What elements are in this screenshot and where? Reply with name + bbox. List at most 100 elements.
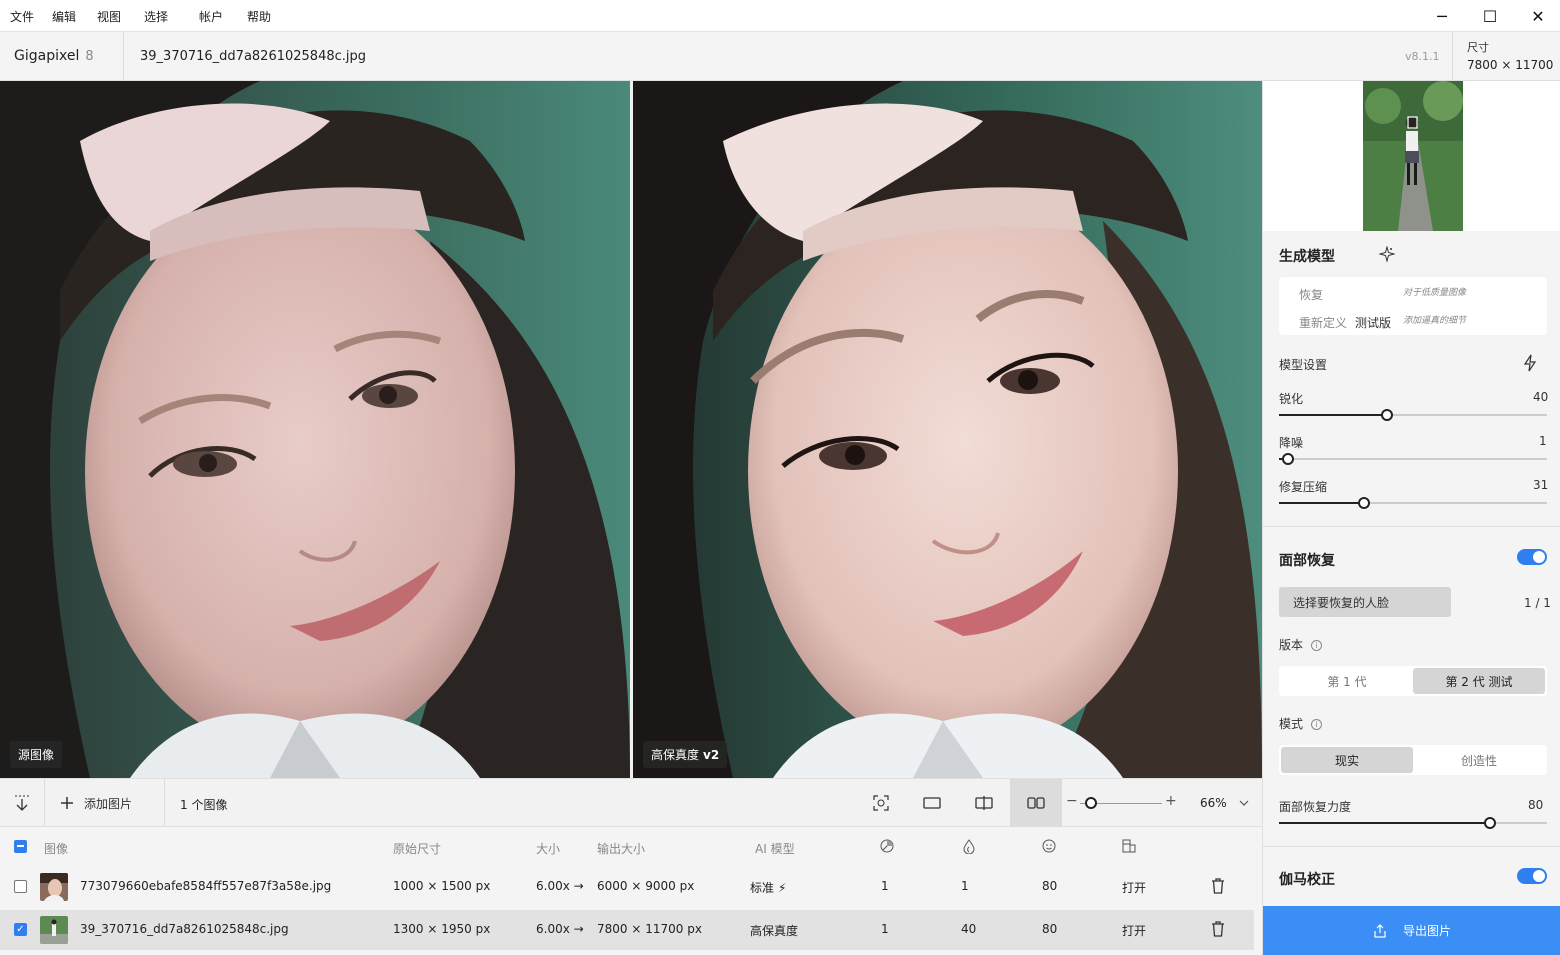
navigator[interactable]	[1263, 81, 1560, 231]
trash-icon[interactable]	[1211, 921, 1225, 940]
add-image-button[interactable]: 添加图片	[60, 779, 140, 827]
gamma-toggle[interactable]	[1517, 868, 1547, 884]
menu-account[interactable]: 帐户	[199, 8, 223, 25]
menu-file[interactable]: 文件	[10, 8, 34, 25]
header-divider-2	[1452, 32, 1453, 81]
toolbar-divider	[164, 779, 165, 827]
table-row[interactable]: ✓ 39_370716_dd7a8261025848c.jpg 1300 × 1…	[0, 910, 1254, 950]
denoise-value: 1	[1539, 434, 1547, 448]
face-strength-slider-handle[interactable]	[1484, 817, 1496, 829]
compression-slider-fill	[1279, 502, 1364, 504]
model-settings-title: 模型设置	[1279, 358, 1328, 372]
zoom-out-button[interactable]: −	[1066, 793, 1078, 809]
row-original-size: 1000 × 1500 px	[393, 879, 491, 893]
trash-icon[interactable]	[1211, 878, 1225, 897]
version-option-2[interactable]: 第 2 代 测试	[1413, 668, 1545, 694]
sharpen-slider-fill	[1279, 414, 1387, 416]
gen-model-title: 生成模型	[1279, 249, 1335, 265]
gamma-title: 伽马校正	[1279, 872, 1335, 888]
version-label-text: 版本	[1279, 638, 1304, 652]
enhanced-preview[interactable]: 高保真度 v2	[633, 81, 1262, 778]
compression-slider-handle[interactable]	[1358, 497, 1370, 509]
menu-bar: 文件 编辑 视图 选择 帐户 帮助 ─ ☐ ✕	[0, 0, 1560, 32]
face-strength-slider-fill	[1279, 822, 1490, 824]
denoise-label: 降噪	[1279, 436, 1304, 450]
redefine-beta-badge: 测试版	[1355, 316, 1392, 330]
lightning-icon[interactable]	[1523, 354, 1537, 375]
row-filename: 773079660ebafe8584ff557e87f3a58e.jpg	[80, 879, 332, 893]
face-detect-icon[interactable]	[860, 779, 902, 827]
select-all-checkbox[interactable]	[14, 840, 27, 853]
enhanced-label-version: v2	[703, 748, 720, 762]
row-scale[interactable]: 6.00x →	[536, 922, 584, 936]
app-title: Gigapixel 8	[14, 48, 94, 64]
row-filename: 39_370716_dd7a8261025848c.jpg	[80, 922, 289, 936]
menu-help[interactable]: 帮助	[247, 8, 271, 25]
menu-view[interactable]: 视图	[97, 8, 121, 25]
file-title: 39_370716_dd7a8261025848c.jpg	[140, 49, 367, 64]
mode-selector: 现实 创造性	[1279, 745, 1547, 775]
info-icon[interactable]: i	[1311, 640, 1323, 651]
row-denoise: 40	[961, 922, 977, 936]
row-scale[interactable]: 6.00x →	[536, 879, 584, 893]
split-view-icon[interactable]	[962, 779, 1006, 827]
row-ai-model[interactable]: 高保真度	[750, 922, 798, 939]
zoom-level[interactable]: 66%	[1200, 796, 1227, 810]
denoise-slider[interactable]	[1279, 453, 1547, 465]
select-faces-button[interactable]: 选择要恢复的人脸	[1279, 587, 1451, 617]
app-name: Gigapixel	[14, 48, 80, 64]
redefine-option[interactable]: 重新定义	[1299, 314, 1347, 331]
mode-label: 模式 i	[1279, 715, 1323, 732]
denoise-slider-handle[interactable]	[1282, 453, 1294, 465]
side-by-side-view-icon[interactable]	[1010, 779, 1062, 827]
version-option-1[interactable]: 第 1 代	[1281, 668, 1413, 694]
info-icon[interactable]: i	[1311, 719, 1323, 730]
col-scale: 大小	[536, 842, 561, 856]
source-image	[0, 81, 630, 778]
sharpen-slider-handle[interactable]	[1381, 409, 1393, 421]
row-output-size: 7800 × 11700 px	[597, 922, 702, 936]
denoise-col-icon	[963, 839, 975, 857]
import-icon[interactable]	[0, 779, 44, 827]
sparkle-icon[interactable]	[1378, 245, 1396, 265]
compression-slider[interactable]	[1279, 497, 1547, 509]
row-ai-model[interactable]: 标准 ⚡	[750, 879, 786, 896]
zoom-slider-handle[interactable]	[1085, 797, 1097, 809]
gen-model-options: 恢复 对于低质量图像 重新定义 测试版 添加逼真的细节	[1279, 277, 1547, 335]
single-view-icon[interactable]	[910, 779, 954, 827]
add-image-label: 添加图片	[84, 796, 133, 811]
face-strength-slider[interactable]	[1279, 817, 1547, 829]
row-denoise: 1	[961, 879, 969, 893]
compression-value: 31	[1533, 478, 1549, 492]
recover-option[interactable]: 恢复	[1299, 286, 1323, 303]
row-open[interactable]: 打开	[1122, 922, 1146, 939]
face-recovery-toggle[interactable]	[1517, 549, 1547, 565]
minimize-button[interactable]: ─	[1418, 0, 1466, 32]
zoom-in-button[interactable]: +	[1165, 793, 1177, 809]
menu-edit[interactable]: 编辑	[52, 8, 76, 25]
sharpen-slider[interactable]	[1279, 409, 1547, 421]
sharpen-label: 锐化	[1279, 392, 1304, 406]
close-button[interactable]: ✕	[1514, 0, 1560, 32]
sharpen-col-icon	[880, 839, 894, 856]
image-count: 1 个图像	[180, 798, 228, 812]
navigator-thumbnail[interactable]	[1363, 81, 1463, 231]
face-recovery-title: 面部恢复	[1279, 553, 1335, 569]
mode-option-creative[interactable]: 创造性	[1413, 747, 1545, 773]
row-checkbox[interactable]: ✓	[14, 923, 27, 936]
table-row[interactable]: 773079660ebafe8584ff557e87f3a58e.jpg 100…	[0, 867, 1254, 907]
chevron-down-icon[interactable]	[1234, 779, 1254, 827]
row-open[interactable]: 打开	[1122, 879, 1146, 896]
row-checkbox[interactable]	[14, 880, 27, 893]
face-count: 1 / 1	[1524, 596, 1551, 610]
mode-label-text: 模式	[1279, 717, 1304, 731]
mode-option-realistic[interactable]: 现实	[1281, 747, 1413, 773]
face-strength-label: 面部恢复力度	[1279, 800, 1352, 814]
toolbar-divider	[44, 779, 45, 827]
dimension-label: 尺寸	[1467, 41, 1489, 54]
maximize-button[interactable]: ☐	[1466, 0, 1514, 32]
menu-select[interactable]: 选择	[144, 8, 168, 25]
source-preview[interactable]: 源图像	[0, 81, 630, 778]
col-ai-model: AI 模型	[755, 842, 795, 856]
export-button[interactable]: 导出图片	[1263, 906, 1560, 955]
